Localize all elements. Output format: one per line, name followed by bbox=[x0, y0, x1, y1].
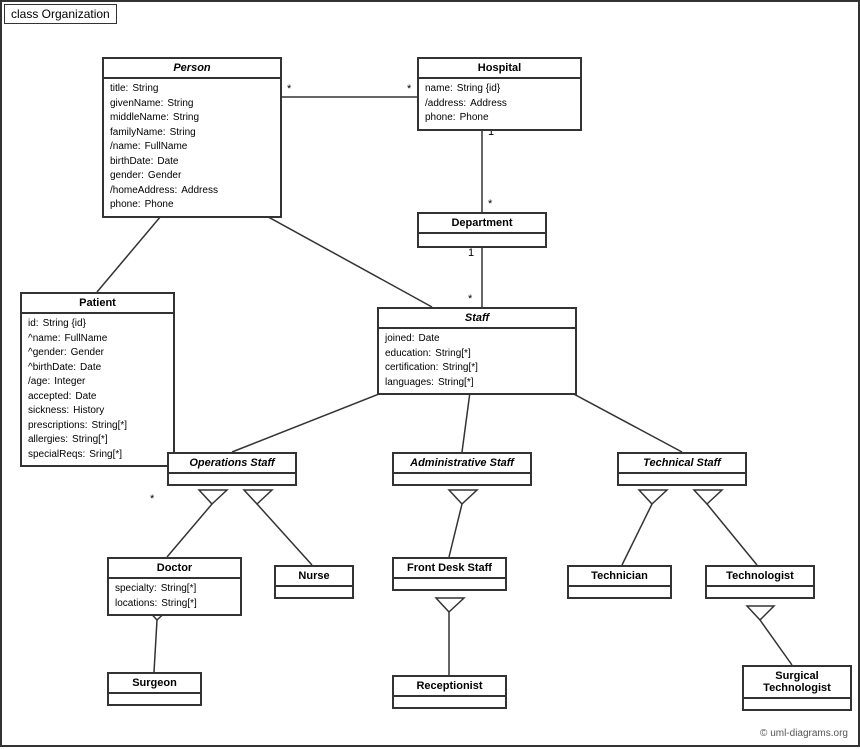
diagram-container: class Organization 1 * * * 1 * bbox=[0, 0, 860, 747]
class-operations-staff-header: Operations Staff bbox=[169, 454, 295, 474]
class-technical-staff-header: Technical Staff bbox=[619, 454, 745, 474]
svg-text:*: * bbox=[150, 493, 155, 505]
copyright-text: © uml-diagrams.org bbox=[760, 728, 848, 739]
class-receptionist-body bbox=[394, 697, 505, 707]
class-staff-header: Staff bbox=[379, 309, 575, 329]
class-technical-staff: Technical Staff bbox=[617, 452, 747, 486]
class-technologist: Technologist bbox=[705, 565, 815, 599]
class-operations-staff: Operations Staff bbox=[167, 452, 297, 486]
class-receptionist-header: Receptionist bbox=[394, 677, 505, 697]
class-surgical-technologist-body bbox=[744, 699, 850, 709]
class-surgeon-body bbox=[109, 694, 200, 704]
class-administrative-staff-header: Administrative Staff bbox=[394, 454, 530, 474]
class-nurse-header: Nurse bbox=[276, 567, 352, 587]
svg-text:*: * bbox=[407, 83, 412, 95]
diagram-title: class Organization bbox=[4, 4, 117, 24]
class-nurse: Nurse bbox=[274, 565, 354, 599]
class-doctor-header: Doctor bbox=[109, 559, 240, 579]
class-person-header: Person bbox=[104, 59, 280, 79]
class-operations-staff-body bbox=[169, 474, 295, 484]
class-technical-staff-body bbox=[619, 474, 745, 484]
class-patient-header: Patient bbox=[22, 294, 173, 314]
class-department-header: Department bbox=[419, 214, 545, 234]
class-front-desk-staff-header: Front Desk Staff bbox=[394, 559, 505, 579]
class-hospital: Hospital name:String {id} /address:Addre… bbox=[417, 57, 582, 131]
class-nurse-body bbox=[276, 587, 352, 597]
class-department-body bbox=[419, 234, 545, 246]
class-technician-body bbox=[569, 587, 670, 597]
class-hospital-header: Hospital bbox=[419, 59, 580, 79]
class-front-desk-staff: Front Desk Staff bbox=[392, 557, 507, 591]
class-administrative-staff-body bbox=[394, 474, 530, 484]
class-technologist-header: Technologist bbox=[707, 567, 813, 587]
svg-text:1: 1 bbox=[468, 247, 474, 259]
class-surgeon: Surgeon bbox=[107, 672, 202, 706]
svg-text:*: * bbox=[287, 83, 292, 95]
class-patient: Patient id:String {id} ^name:FullName ^g… bbox=[20, 292, 175, 467]
class-doctor-body: specialty:String[*] locations:String[*] bbox=[109, 579, 240, 614]
class-surgical-technologist: Surgical Technologist bbox=[742, 665, 852, 711]
class-administrative-staff: Administrative Staff bbox=[392, 452, 532, 486]
class-front-desk-staff-body bbox=[394, 579, 505, 589]
class-department: Department bbox=[417, 212, 547, 248]
class-person: Person title:String givenName:String mid… bbox=[102, 57, 282, 218]
class-technologist-body bbox=[707, 587, 813, 597]
class-receptionist: Receptionist bbox=[392, 675, 507, 709]
class-technician-header: Technician bbox=[569, 567, 670, 587]
class-surgeon-header: Surgeon bbox=[109, 674, 200, 694]
svg-text:*: * bbox=[488, 198, 493, 210]
class-surgical-technologist-header: Surgical Technologist bbox=[744, 667, 850, 699]
class-staff: Staff joined:Date education:String[*] ce… bbox=[377, 307, 577, 395]
class-hospital-body: name:String {id} /address:Address phone:… bbox=[419, 79, 580, 129]
svg-text:*: * bbox=[468, 293, 473, 305]
class-staff-body: joined:Date education:String[*] certific… bbox=[379, 329, 575, 393]
class-person-body: title:String givenName:String middleName… bbox=[104, 79, 280, 216]
class-doctor: Doctor specialty:String[*] locations:Str… bbox=[107, 557, 242, 616]
class-patient-body: id:String {id} ^name:FullName ^gender:Ge… bbox=[22, 314, 173, 465]
class-technician: Technician bbox=[567, 565, 672, 599]
